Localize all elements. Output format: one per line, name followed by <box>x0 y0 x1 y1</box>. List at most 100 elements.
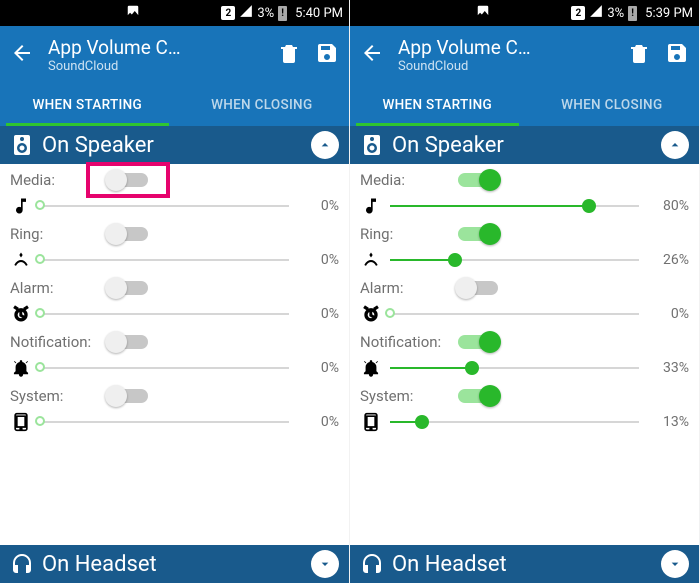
volume-type-icon <box>10 412 32 432</box>
volume-label: System: <box>10 387 96 405</box>
volume-type-icon <box>10 196 32 216</box>
headset-icon <box>360 549 384 579</box>
section-speaker-title: On Speaker <box>42 133 303 158</box>
battery-low-icon: ! <box>628 6 637 21</box>
volume-toggle[interactable] <box>456 278 500 298</box>
tab-when-closing[interactable]: WHEN CLOSING <box>525 84 700 126</box>
volume-slider[interactable] <box>40 358 289 378</box>
volume-type-icon <box>360 250 382 270</box>
volume-percent: 0% <box>297 360 339 376</box>
volume-row-system: System: 13% <box>350 380 699 434</box>
volume-row-alarm: Alarm: 0% <box>0 272 349 326</box>
volume-type-icon <box>360 196 382 216</box>
volume-row-notification: Notification: 33% <box>350 326 699 380</box>
volume-slider[interactable] <box>390 304 639 324</box>
volume-toggle[interactable] <box>106 332 150 352</box>
picture-icon <box>126 4 140 22</box>
volume-percent: 0% <box>297 198 339 214</box>
volume-row-media: Media: 0% <box>0 164 349 218</box>
collapse-icon[interactable] <box>311 131 339 159</box>
volume-rows: Media: 0% Ring: 0% <box>0 164 349 434</box>
volume-row-alarm: Alarm: 0% <box>350 272 699 326</box>
page-title: App Volume C… <box>398 36 613 59</box>
volume-type-icon <box>360 412 382 432</box>
volume-slider[interactable] <box>390 358 639 378</box>
volume-toggle[interactable] <box>106 224 150 244</box>
expand-icon[interactable] <box>661 550 689 578</box>
volume-slider[interactable] <box>40 196 289 216</box>
volume-slider[interactable] <box>40 412 289 432</box>
section-on-speaker[interactable]: On Speaker <box>0 126 349 164</box>
volume-rows: Media: 80% Ring: 26% <box>350 164 699 434</box>
section-headset-title: On Headset <box>392 552 653 577</box>
volume-type-icon <box>10 250 32 270</box>
volume-row-ring: Ring: 26% <box>350 218 699 272</box>
volume-percent: 0% <box>297 306 339 322</box>
status-time: 5:40 PM <box>295 6 343 21</box>
volume-label: Alarm: <box>360 279 446 297</box>
app-bar: App Volume C… SoundCloud <box>0 26 349 84</box>
picture-icon <box>476 4 490 22</box>
delete-button[interactable] <box>277 41 301 69</box>
status-bar: 2 3% ! 5:39 PM <box>350 0 699 26</box>
tabs: WHEN STARTING WHEN CLOSING <box>350 84 699 126</box>
volume-row-notification: Notification: 0% <box>0 326 349 380</box>
volume-label: Media: <box>360 171 446 189</box>
signal-icon <box>589 4 603 22</box>
volume-percent: 80% <box>647 198 689 214</box>
volume-percent: 26% <box>647 252 689 268</box>
battery-percent: 3% <box>607 6 624 21</box>
volume-toggle[interactable] <box>456 224 500 244</box>
volume-slider[interactable] <box>390 196 639 216</box>
tab-when-starting[interactable]: WHEN STARTING <box>350 84 525 126</box>
volume-slider[interactable] <box>390 412 639 432</box>
volume-toggle[interactable] <box>106 386 150 406</box>
volume-toggle[interactable] <box>106 278 150 298</box>
volume-type-icon <box>360 358 382 378</box>
volume-percent: 0% <box>647 306 689 322</box>
tab-when-closing[interactable]: WHEN CLOSING <box>175 84 350 126</box>
delete-button[interactable] <box>627 41 651 69</box>
volume-type-icon <box>360 304 382 324</box>
section-headset-title: On Headset <box>42 552 303 577</box>
volume-toggle[interactable] <box>456 170 500 190</box>
collapse-icon[interactable] <box>661 131 689 159</box>
volume-toggle[interactable] <box>106 170 150 190</box>
save-button[interactable] <box>315 41 339 69</box>
back-button[interactable] <box>10 41 34 69</box>
section-on-speaker[interactable]: On Speaker <box>350 126 699 164</box>
volume-slider[interactable] <box>390 250 639 270</box>
save-button[interactable] <box>665 41 689 69</box>
battery-percent: 3% <box>257 6 274 21</box>
volume-row-ring: Ring: 0% <box>0 218 349 272</box>
volume-percent: 13% <box>647 414 689 430</box>
section-on-headset[interactable]: On Headset <box>350 545 699 583</box>
volume-type-icon <box>10 304 32 324</box>
volume-row-media: Media: 80% <box>350 164 699 218</box>
tab-when-starting[interactable]: WHEN STARTING <box>0 84 175 126</box>
volume-slider[interactable] <box>40 250 289 270</box>
volume-label: Ring: <box>10 225 96 243</box>
page-subtitle: SoundCloud <box>398 59 613 74</box>
volume-percent: 0% <box>297 414 339 430</box>
volume-label: Media: <box>10 171 96 189</box>
volume-slider[interactable] <box>40 304 289 324</box>
volume-type-icon <box>10 358 32 378</box>
volume-toggle[interactable] <box>456 386 500 406</box>
volume-label: Alarm: <box>10 279 96 297</box>
volume-label: System: <box>360 387 446 405</box>
page-subtitle: SoundCloud <box>48 59 263 74</box>
volume-label: Ring: <box>360 225 446 243</box>
volume-toggle[interactable] <box>456 332 500 352</box>
section-on-headset[interactable]: On Headset <box>0 545 349 583</box>
battery-low-icon: ! <box>278 6 287 21</box>
back-button[interactable] <box>360 41 384 69</box>
expand-icon[interactable] <box>311 550 339 578</box>
signal-icon <box>239 4 253 22</box>
volume-label: Notification: <box>360 333 446 351</box>
volume-row-system: System: 0% <box>0 380 349 434</box>
status-bar: 2 3% ! 5:40 PM <box>0 0 349 26</box>
tabs: WHEN STARTING WHEN CLOSING <box>0 84 349 126</box>
speaker-icon <box>360 130 384 160</box>
volume-percent: 33% <box>647 360 689 376</box>
